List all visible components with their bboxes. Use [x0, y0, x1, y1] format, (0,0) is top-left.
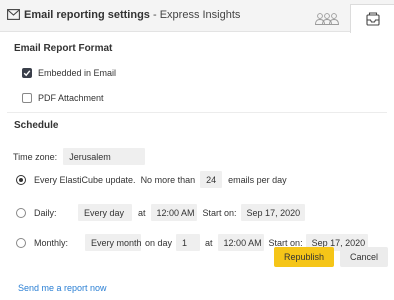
monthly-time-select[interactable]: 12:00 AM: [217, 234, 264, 251]
emails-limit-input[interactable]: 24: [200, 171, 223, 188]
daily-radio[interactable]: [16, 207, 26, 218]
daily-start-date[interactable]: Sep 17, 2020: [240, 204, 305, 221]
limit-prefix: No more than: [140, 174, 196, 185]
monthly-day-input[interactable]: 1: [176, 234, 201, 251]
pdf-option[interactable]: PDF Attachment: [22, 93, 104, 103]
tab-email-settings[interactable]: [350, 4, 394, 33]
monthly-on-day-label: on day: [145, 237, 173, 248]
limit-suffix: emails per day: [228, 174, 287, 185]
elasticube-label: Every ElastiCube update.: [34, 174, 136, 185]
send-report-now-link[interactable]: Send me a report now: [18, 283, 107, 293]
elasticube-radio[interactable]: [16, 174, 26, 185]
daily-time-select[interactable]: 12:00 AM: [150, 204, 197, 221]
dialog-title: Email reporting settings - Express Insig…: [24, 9, 240, 21]
daily-option-row: Daily: Every day at 12:00 AM Start on: S…: [16, 204, 305, 221]
daily-label: Daily:: [34, 207, 57, 218]
section-divider: [7, 112, 387, 113]
envelope-icon: [7, 9, 20, 20]
elasticube-option-row: Every ElastiCube update. No more than 24…: [16, 171, 287, 188]
monthly-radio[interactable]: [16, 237, 26, 248]
pdf-label: PDF Attachment: [38, 93, 104, 103]
cancel-button[interactable]: Cancel: [340, 247, 388, 267]
email-reporting-dialog: Email reporting settings - Express Insig…: [0, 0, 394, 300]
dialog-title-text: Email reporting settings: [24, 9, 150, 21]
monthly-start-label: Start on:: [268, 237, 303, 248]
embedded-label: Embedded in Email: [38, 68, 117, 78]
monthly-at-label: at: [205, 237, 213, 248]
daily-frequency-select[interactable]: Every day: [78, 204, 132, 221]
embedded-checkbox[interactable]: [22, 68, 32, 78]
monthly-frequency-select[interactable]: Every month: [85, 234, 142, 251]
daily-at-label: at: [138, 207, 146, 218]
checkmark-icon: [23, 70, 31, 77]
timezone-row: Time zone: Jerusalem: [13, 148, 146, 165]
monthly-label: Monthly:: [34, 237, 69, 248]
schedule-section-title: Schedule: [14, 120, 59, 131]
tab-subscribers[interactable]: [304, 4, 349, 33]
republish-button[interactable]: Republish: [274, 247, 334, 267]
timezone-select[interactable]: Jerusalem: [63, 148, 146, 165]
inbox-icon: [365, 12, 380, 26]
timezone-label: Time zone:: [13, 151, 58, 162]
pdf-checkbox[interactable]: [22, 93, 32, 103]
people-icon: [314, 13, 339, 25]
embedded-option[interactable]: Embedded in Email: [22, 68, 116, 78]
daily-start-label: Start on:: [202, 207, 237, 218]
format-section-title: Email Report Format: [14, 43, 113, 54]
dialog-subtitle: - Express Insights: [152, 9, 241, 21]
dialog-header: Email reporting settings - Express Insig…: [0, 0, 394, 33]
